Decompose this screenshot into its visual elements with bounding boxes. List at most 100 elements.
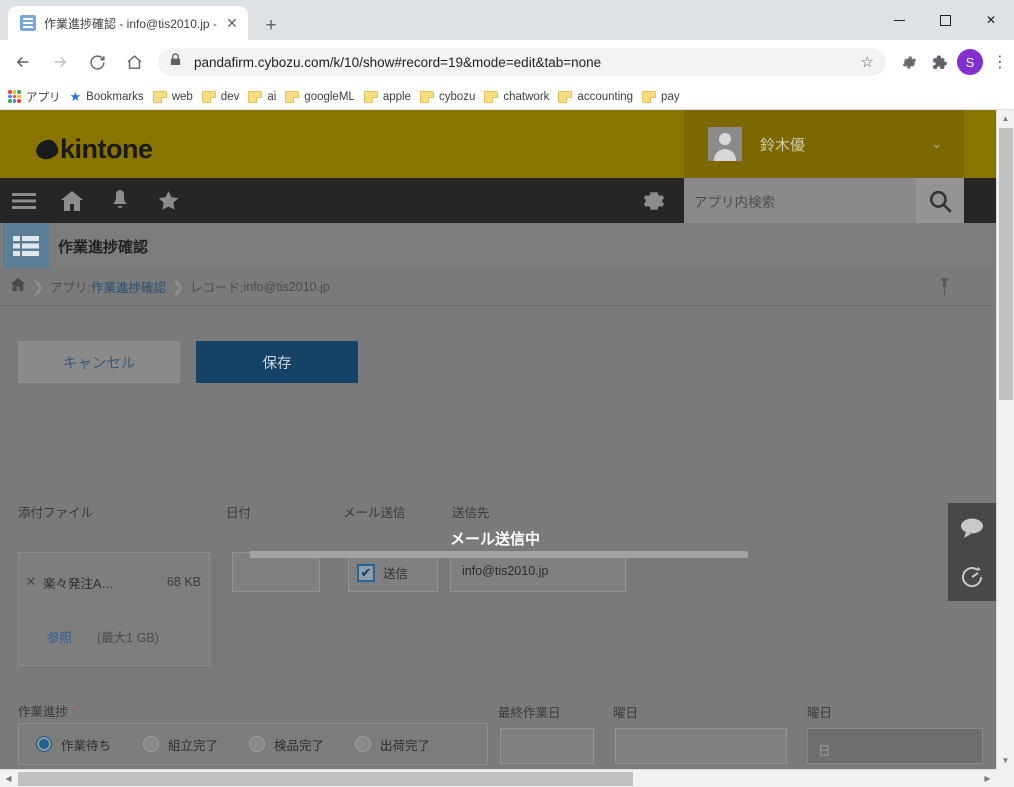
close-window-button[interactable]: ✕	[968, 0, 1014, 40]
home-icon[interactable]	[10, 277, 26, 297]
attachment-file-name[interactable]: 楽々発注A…	[43, 573, 167, 592]
bookmark-label: apple	[383, 91, 411, 103]
profile-avatar[interactable]: S	[957, 49, 983, 75]
radio-icon	[143, 736, 159, 752]
attachment-max-note: (最大1 GB)	[97, 627, 159, 646]
radio-option-inspected[interactable]: 検品完了	[249, 735, 324, 754]
weekday-2-label: 曜日	[807, 702, 832, 721]
back-icon[interactable]	[9, 48, 37, 76]
folder-icon	[285, 91, 299, 103]
home-icon[interactable]	[48, 178, 96, 223]
browser-tab[interactable]: 作業進捗確認 - info@tis2010.jp - ✕	[8, 6, 248, 40]
vertical-scrollbar[interactable]: ▲ ▼	[996, 110, 1014, 787]
search-button[interactable]	[916, 178, 964, 223]
kintone-page: kintone 鈴木優 ⌄	[0, 110, 996, 770]
radio-icon	[355, 736, 371, 752]
home-icon[interactable]	[120, 48, 148, 76]
user-menu[interactable]: 鈴木優 ⌄	[684, 110, 964, 178]
scroll-left-arrow-icon[interactable]: ◀	[0, 770, 17, 787]
bookmark-item-chatwork[interactable]: chatwork	[484, 91, 549, 103]
bookmark-item-bookmarks[interactable]: ★ Bookmarks	[70, 89, 144, 105]
horizontal-scroll-thumb[interactable]	[18, 772, 633, 786]
breadcrumb-prefix: レコード:	[190, 277, 243, 296]
breadcrumb-record-text: info@tis2010.jp	[243, 280, 329, 294]
comment-icon[interactable]	[948, 503, 996, 552]
scroll-down-arrow-icon[interactable]: ▼	[997, 752, 1014, 769]
minimize-button[interactable]	[876, 0, 922, 40]
scroll-up-arrow-icon[interactable]: ▲	[997, 110, 1014, 127]
last-work-date-input[interactable]	[500, 728, 594, 764]
bookmark-item-apps[interactable]: アプリ	[8, 89, 61, 105]
radio-option-waiting[interactable]: 作業待ち	[36, 735, 111, 754]
bell-icon[interactable]	[96, 178, 144, 223]
bookmark-star-icon[interactable]: ☆	[854, 53, 874, 71]
bookmark-item-dev[interactable]: dev	[202, 91, 240, 103]
kintone-blob-icon	[35, 139, 59, 161]
forward-icon[interactable]	[46, 48, 74, 76]
bookmark-item-accounting[interactable]: accounting	[558, 91, 633, 103]
horizontal-scrollbar[interactable]: ◀ ▶	[0, 769, 1014, 787]
folder-icon	[153, 91, 167, 103]
new-tab-button[interactable]: +	[258, 12, 284, 38]
bookmark-label: Bookmarks	[86, 91, 144, 103]
weekday-1-input[interactable]	[615, 728, 787, 764]
avatar	[708, 127, 742, 161]
scroll-right-arrow-icon[interactable]: ▶	[979, 770, 996, 787]
url-text: pandafirm.cybozu.com/k/10/show#record=19…	[194, 55, 854, 70]
bookmark-item-pay[interactable]: pay	[642, 91, 680, 103]
pin-icon[interactable]	[938, 278, 951, 300]
mail-send-label: メール送信	[343, 502, 406, 521]
search-placeholder: アプリ内検索	[694, 191, 775, 211]
breadcrumb-item-app: アプリ: 作業進捗確認	[50, 277, 166, 296]
bookmark-label: web	[172, 91, 193, 103]
process-history-icon[interactable]	[948, 552, 996, 601]
apps-grid-icon	[8, 90, 21, 103]
mail-send-checkbox[interactable]: ✔ 送信	[357, 563, 408, 582]
gear-icon[interactable]	[894, 47, 924, 77]
date-label: 日付	[226, 502, 251, 521]
radio-selected-icon	[36, 736, 52, 752]
attachment-field[interactable]: ✕ 楽々発注A… 68 KB 参照 (最大1 GB)	[18, 552, 210, 666]
bookmark-label: googleML	[304, 91, 355, 103]
star-icon[interactable]	[144, 178, 192, 223]
breadcrumb-prefix: アプリ:	[50, 277, 91, 296]
close-tab-icon[interactable]: ✕	[222, 13, 242, 33]
bookmark-label: chatwork	[503, 91, 549, 103]
cancel-button[interactable]: キャンセル	[18, 341, 180, 383]
progress-radio-group: 作業待ち 組立完了 検品完了 出荷完了	[18, 723, 488, 765]
record-side-rail	[948, 503, 996, 601]
bookmark-item-apple[interactable]: apple	[364, 91, 411, 103]
maximize-button[interactable]	[922, 0, 968, 40]
app-search-input[interactable]: アプリ内検索	[684, 178, 916, 223]
save-button[interactable]: 保存	[196, 341, 358, 383]
folder-icon	[248, 91, 262, 103]
radio-option-shipped[interactable]: 出荷完了	[355, 735, 430, 754]
reload-icon[interactable]	[83, 48, 111, 76]
list-app-icon[interactable]	[3, 223, 49, 268]
remove-attachment-icon[interactable]: ✕	[19, 574, 43, 590]
bookmark-item-cybozu[interactable]: cybozu	[420, 91, 475, 103]
vertical-scroll-thumb[interactable]	[999, 128, 1013, 400]
kebab-menu-icon[interactable]: ⋮	[986, 58, 1014, 66]
scrollbar-corner	[996, 769, 1014, 787]
browse-file-link[interactable]: 参照	[47, 627, 72, 646]
bookmark-item-ai[interactable]: ai	[248, 91, 276, 103]
page-viewport: kintone 鈴木優 ⌄	[0, 110, 1014, 787]
lock-icon	[170, 53, 184, 71]
bookmark-item-googleml[interactable]: googleML	[285, 91, 355, 103]
record-form: 添付ファイル 日付 メール送信 送信先 ✕ 楽々発注A… 68 KB 参照 (最…	[0, 386, 996, 770]
bookmark-item-web[interactable]: web	[153, 91, 193, 103]
folder-icon	[364, 91, 378, 103]
kintone-logo[interactable]: kintone	[36, 134, 153, 165]
extensions-icon[interactable]	[924, 47, 954, 77]
date-input[interactable]	[232, 552, 320, 592]
weekday-2-value: 日	[818, 740, 831, 759]
address-bar[interactable]: pandafirm.cybozu.com/k/10/show#record=19…	[158, 48, 886, 76]
radio-option-assembled[interactable]: 組立完了	[143, 735, 218, 754]
attachment-label: 添付ファイル	[18, 502, 93, 521]
hamburger-menu-icon[interactable]	[0, 178, 48, 223]
breadcrumb-separator: ❯	[166, 278, 190, 296]
gear-icon[interactable]	[630, 178, 678, 223]
radio-label: 検品完了	[274, 735, 324, 754]
breadcrumb-app-link[interactable]: 作業進捗確認	[91, 277, 166, 296]
